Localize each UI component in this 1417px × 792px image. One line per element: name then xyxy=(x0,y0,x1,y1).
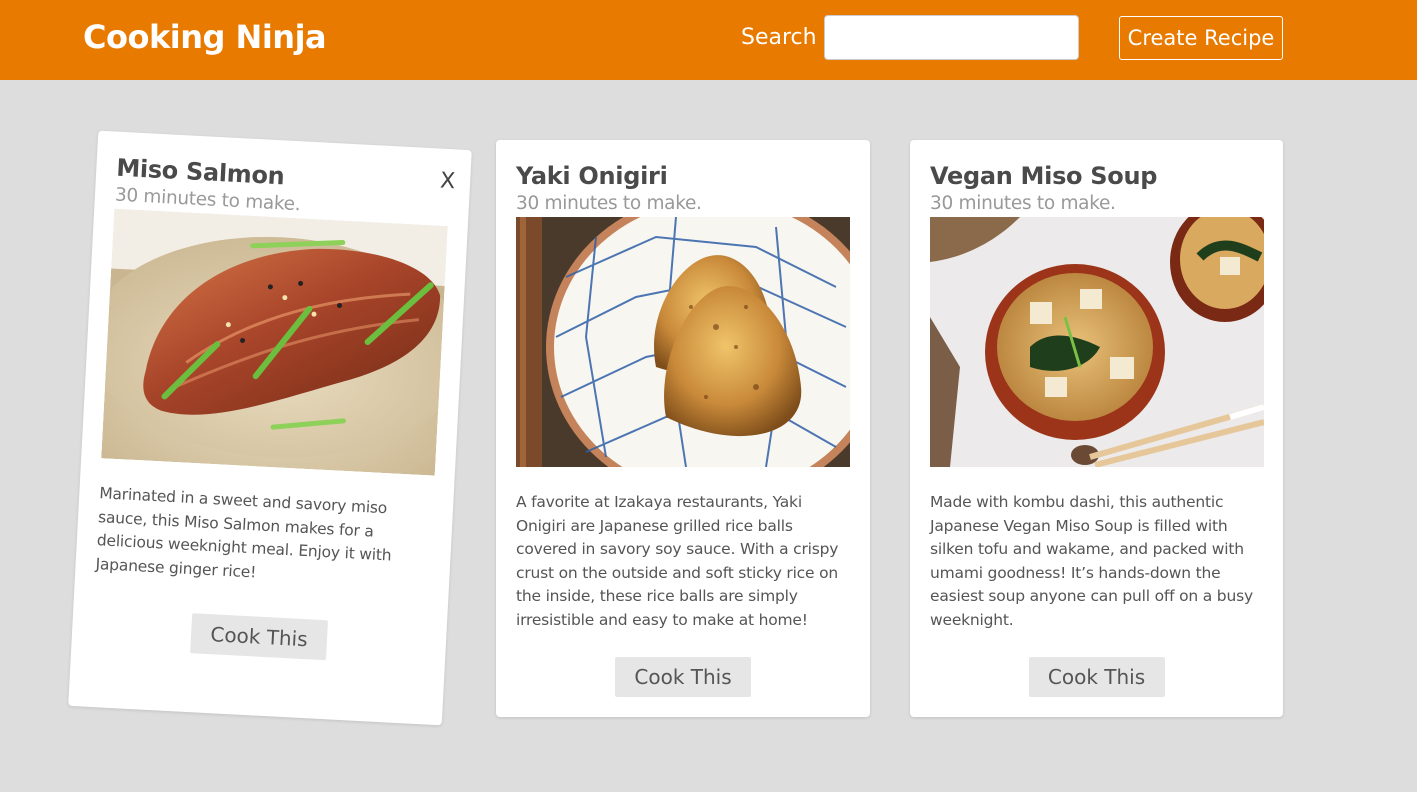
navbar: Cooking Ninja Search Create Recipe xyxy=(0,0,1417,80)
cook-this-button[interactable]: Cook This xyxy=(615,657,751,697)
recipe-time: 30 minutes to make. xyxy=(930,193,1116,214)
recipe-time: 30 minutes to make. xyxy=(516,193,702,214)
search-label: Search xyxy=(741,25,817,50)
close-button[interactable]: X xyxy=(439,169,455,195)
recipe-title: Yaki Onigiri xyxy=(516,162,668,190)
vegan-miso-soup-photo xyxy=(930,217,1264,467)
cook-this-button[interactable]: Cook This xyxy=(190,613,329,661)
recipe-card: Yaki Onigiri 30 minutes to make. A favor… xyxy=(496,140,870,717)
search-input[interactable] xyxy=(824,15,1079,60)
recipe-description: A favorite at Izakaya restaurants, Yaki … xyxy=(516,493,839,629)
miso-salmon-photo xyxy=(101,208,448,476)
cook-this-button[interactable]: Cook This xyxy=(1028,657,1165,697)
recipe-description: Made with kombu dashi, this authentic Ja… xyxy=(930,493,1253,629)
recipe-card: Vegan Miso Soup 30 minutes to make. Made… xyxy=(910,140,1283,717)
brand-logo[interactable]: Cooking Ninja xyxy=(83,18,327,56)
recipe-title: Vegan Miso Soup xyxy=(930,162,1158,190)
create-recipe-button[interactable]: Create Recipe xyxy=(1119,16,1283,60)
recipe-card: X Miso Salmon 30 minutes to make. Marina… xyxy=(68,130,472,726)
yaki-onigiri-photo xyxy=(516,217,850,467)
recipe-description: Marinated in a sweet and savory miso sau… xyxy=(95,484,392,581)
